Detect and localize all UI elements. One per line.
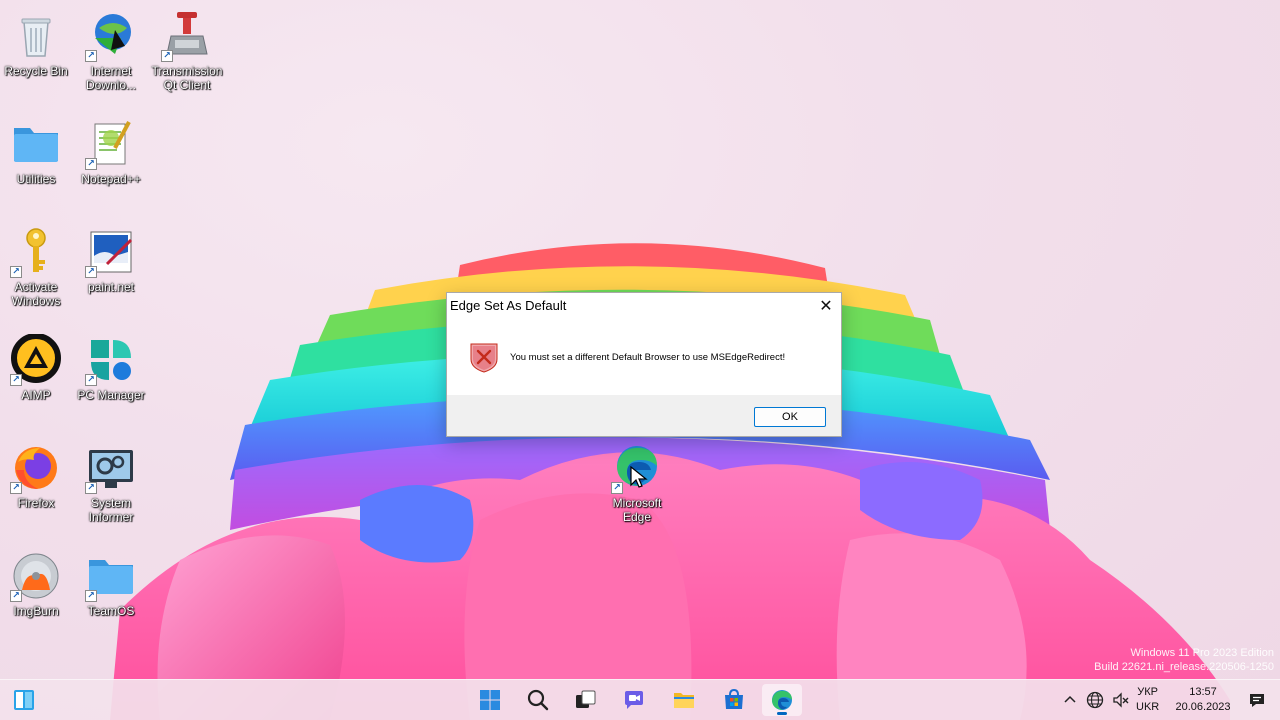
input-language-button[interactable]: УКР UKR <box>1136 680 1159 720</box>
desktop-icon-paint-net[interactable]: ↗ paint.net <box>75 226 147 294</box>
show-hidden-icons-button[interactable] <box>1062 680 1078 720</box>
desktop-icon-label: Firefox <box>17 496 55 510</box>
watermark-build: Build 22621.ni_release.220506-1250 <box>1094 661 1274 673</box>
shortcut-arrow-icon: ↗ <box>85 374 97 386</box>
taskbar: УКР UKR 13:57 20.06.2023 <box>0 679 1280 720</box>
start-icon <box>480 690 500 710</box>
dialog-close-button[interactable]: ✕ <box>811 293 841 318</box>
transmission-icon: ↗ <box>161 10 213 62</box>
desktop-icon-internet-download-manager[interactable]: ↗ Internet Downlo... <box>75 10 147 92</box>
task-view-icon <box>576 690 596 708</box>
message-dialog: Edge Set As Default ✕ You must set a dif… <box>446 292 842 437</box>
shortcut-arrow-icon: ↗ <box>85 50 97 62</box>
search-icon <box>527 689 549 711</box>
desktop-icon-notepad-plus-plus[interactable]: ↗ Notepad++ <box>75 118 147 186</box>
desktop-icon-label: PC Manager <box>77 388 145 402</box>
dialog-footer: OK <box>447 395 841 436</box>
folder-icon <box>10 118 62 170</box>
widgets-icon <box>14 690 34 710</box>
notepad-plus-plus-icon: ↗ <box>85 118 137 170</box>
shortcut-arrow-icon: ↗ <box>85 266 97 278</box>
shortcut-arrow-icon: ↗ <box>10 266 22 278</box>
desktop-icon-label: Activate Windows <box>11 280 61 308</box>
folder-icon: ↗ <box>85 550 137 602</box>
teams-chat-button[interactable] <box>614 684 654 716</box>
notification-icon <box>1250 694 1264 707</box>
microsoft-store-button[interactable] <box>714 684 754 716</box>
shortcut-arrow-icon: ↗ <box>10 590 22 602</box>
desktop-icon-system-informer[interactable]: ↗ System Informer <box>75 442 147 524</box>
recycle-bin-icon <box>10 10 62 62</box>
edge-icon <box>772 690 792 710</box>
desktop-icon-label: System Informer <box>88 496 134 524</box>
clock-date: 20.06.2023 <box>1175 701 1231 713</box>
shortcut-arrow-icon: ↗ <box>161 50 173 62</box>
file-explorer-button[interactable] <box>664 684 704 716</box>
desktop-icon-transmission[interactable]: ↗ Transmission Qt Client <box>151 10 223 92</box>
desktop-icon-label: ImgBurn <box>13 604 59 618</box>
speaker-muted-icon <box>1113 692 1129 708</box>
shortcut-arrow-icon: ↗ <box>85 590 97 602</box>
microsoft-store-icon <box>725 688 743 709</box>
desktop-icon-utilities[interactable]: Utilities <box>0 118 72 186</box>
desktop-icon-activate-windows[interactable]: ↗ Activate Windows <box>0 226 72 308</box>
task-view-button[interactable] <box>566 684 606 716</box>
firefox-icon: ↗ <box>10 442 62 494</box>
dialog-content: You must set a different Default Browser… <box>447 318 841 396</box>
desktop-icon-aimp[interactable]: ↗ AIMP <box>0 334 72 402</box>
teams-chat-icon <box>625 691 643 709</box>
paint-net-icon: ↗ <box>85 226 137 278</box>
desktop-icon-label: Recycle Bin <box>4 64 68 78</box>
shortcut-arrow-icon: ↗ <box>10 482 22 494</box>
desktop-icon-label: AIMP <box>21 388 51 402</box>
globe-icon <box>1086 691 1104 709</box>
desktop-icon-label: paint.net <box>87 280 135 294</box>
desktop-icon-firefox[interactable]: ↗ Firefox <box>0 442 72 510</box>
pc-manager-icon: ↗ <box>85 334 137 386</box>
start-button[interactable] <box>470 684 510 716</box>
desktop-icon-label: Transmission Qt Client <box>151 64 223 92</box>
imgburn-icon: ↗ <box>10 550 62 602</box>
system-informer-icon: ↗ <box>85 442 137 494</box>
desktop-icon-teamos[interactable]: ↗ TeamOS <box>75 550 147 618</box>
aimp-icon: ↗ <box>10 334 62 386</box>
shortcut-arrow-icon: ↗ <box>10 374 22 386</box>
desktop-icon-label: Internet Downlo... <box>85 64 137 92</box>
shortcut-arrow-icon: ↗ <box>85 482 97 494</box>
chevron-up-icon <box>1064 695 1076 703</box>
dialog-title: Edge Set As Default <box>450 298 567 313</box>
desktop-icon-pc-manager[interactable]: ↗ PC Manager <box>75 334 147 402</box>
ok-button[interactable]: OK <box>754 407 826 427</box>
windows-watermark: Windows 11 Pro 2023 Edition Build 22621.… <box>1094 646 1274 674</box>
clock-time: 13:57 <box>1189 686 1217 698</box>
edge-taskbar-button[interactable] <box>762 684 802 716</box>
shortcut-arrow-icon: ↗ <box>611 482 623 494</box>
mouse-cursor-icon <box>630 466 648 488</box>
dialog-message: You must set a different Default Browser… <box>510 351 786 363</box>
desktop-icon-label: Notepad++ <box>81 172 141 186</box>
notification-center-button[interactable] <box>1248 680 1266 720</box>
watermark-edition: Windows 11 Pro 2023 Edition <box>1130 647 1275 659</box>
key-icon: ↗ <box>10 226 62 278</box>
error-shield-icon <box>470 343 498 373</box>
internet-download-manager-icon: ↗ <box>85 10 137 62</box>
desktop-icon-imgburn[interactable]: ↗ ImgBurn <box>0 550 72 618</box>
desktop-icon-label: TeamOS <box>87 604 135 618</box>
network-button[interactable] <box>1086 680 1104 720</box>
shortcut-arrow-icon: ↗ <box>85 158 97 170</box>
desktop-icon-label: Utilities <box>16 172 56 186</box>
search-button[interactable] <box>518 684 558 716</box>
volume-button[interactable] <box>1112 680 1130 720</box>
desktop-icon-label: Microsoft Edge <box>612 496 662 524</box>
language-code: UKR <box>1136 701 1160 713</box>
language-short: УКР <box>1137 686 1158 698</box>
file-explorer-icon <box>674 693 694 708</box>
dialog-titlebar[interactable]: Edge Set As Default ✕ <box>447 293 841 318</box>
desktop-icon-recycle-bin[interactable]: Recycle Bin <box>0 10 72 78</box>
widgets-button[interactable] <box>4 684 44 716</box>
clock-button[interactable]: 13:57 20.06.2023 <box>1172 680 1234 720</box>
